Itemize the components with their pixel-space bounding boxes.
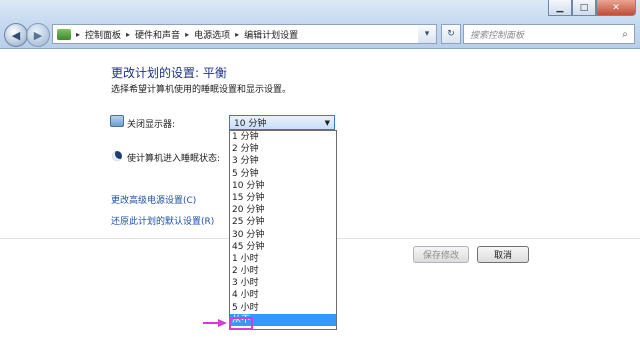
restore-defaults-link[interactable]: 还原此计划的默认设置(R) bbox=[111, 214, 214, 227]
chevron-down-icon: ▾ bbox=[424, 29, 430, 39]
back-button[interactable]: ◀ bbox=[4, 23, 28, 47]
breadcrumb-edit-plan[interactable]: 编辑计划设置 bbox=[242, 25, 300, 43]
dropdown-option[interactable]: 1 分钟 bbox=[230, 131, 336, 143]
save-button[interactable]: 保存修改 bbox=[413, 246, 469, 263]
breadcrumb-hardware-sound[interactable]: 硬件和声音 bbox=[133, 25, 182, 43]
search-box[interactable]: 搜索控制面板 ⌕ bbox=[463, 24, 635, 44]
breadcrumb-control-panel[interactable]: 控制面板 bbox=[83, 25, 123, 43]
breadcrumb-separator: ▸ bbox=[235, 29, 240, 39]
dropdown-option[interactable]: 2 小时 bbox=[230, 265, 336, 277]
sleep-label: 使计算机进入睡眠状态: bbox=[127, 154, 221, 164]
breadcrumb-separator: ▸ bbox=[126, 29, 131, 39]
page-title: 更改计划的设置: 平衡 bbox=[111, 66, 227, 80]
display-off-select[interactable]: 10 分钟 ▼ bbox=[229, 115, 335, 130]
dropdown-option[interactable]: 15 分钟 bbox=[230, 192, 336, 204]
chevron-down-icon: ▼ bbox=[324, 118, 330, 127]
sleep-moon-icon bbox=[112, 151, 122, 161]
address-bar[interactable]: ▸ 控制面板 ▸ 硬件和声音 ▸ 电源选项 ▸ 编辑计划设置 bbox=[52, 24, 437, 44]
window-controls: ▁ □ ✕ bbox=[548, 0, 636, 16]
dropdown-option[interactable]: 25 分钟 bbox=[230, 216, 336, 228]
back-arrow-icon: ◀ bbox=[11, 28, 21, 42]
dropdown-option[interactable]: 1 小时 bbox=[230, 253, 336, 265]
annotation-arrow-icon bbox=[203, 319, 227, 327]
dropdown-option[interactable]: 3 小时 bbox=[230, 277, 336, 289]
dropdown-option[interactable]: 2 分钟 bbox=[230, 143, 336, 155]
window-titlebar: ▁ □ ✕ ◀ ▶ ▸ 控制面板 ▸ 硬件和声音 ▸ 电源选项 ▸ 编辑计划设置… bbox=[0, 0, 640, 49]
dropdown-option[interactable]: 20 分钟 bbox=[230, 204, 336, 216]
annotation-highlight-box bbox=[229, 317, 253, 330]
dropdown-option[interactable]: 10 分钟 bbox=[230, 180, 336, 192]
breadcrumb-separator: ▸ bbox=[76, 29, 81, 39]
forward-button[interactable]: ▶ bbox=[26, 23, 50, 47]
breadcrumb-separator: ▸ bbox=[185, 29, 190, 39]
control-panel-icon bbox=[57, 28, 71, 40]
monitor-icon bbox=[110, 115, 124, 127]
close-button[interactable]: ✕ bbox=[596, 0, 636, 16]
forward-arrow-icon: ▶ bbox=[33, 28, 43, 42]
address-dropdown-button[interactable]: ▾ bbox=[418, 24, 437, 44]
minimize-button[interactable]: ▁ bbox=[548, 0, 572, 16]
search-icon[interactable]: ⌕ bbox=[616, 29, 634, 40]
display-off-dropdown-list[interactable]: 1 分钟 2 分钟 3 分钟 5 分钟 10 分钟 15 分钟 20 分钟 25… bbox=[229, 130, 337, 330]
search-input[interactable]: 搜索控制面板 bbox=[464, 28, 616, 41]
dropdown-option[interactable]: 5 分钟 bbox=[230, 168, 336, 180]
dropdown-option[interactable]: 5 小时 bbox=[230, 302, 336, 314]
advanced-power-settings-link[interactable]: 更改高级电源设置(C) bbox=[111, 193, 196, 206]
cancel-button[interactable]: 取消 bbox=[477, 246, 529, 263]
refresh-button[interactable]: ↻ bbox=[441, 24, 461, 44]
page-description: 选择希望计算机使用的睡眠设置和显示设置。 bbox=[111, 85, 292, 95]
maximize-button[interactable]: □ bbox=[572, 0, 596, 16]
dropdown-option[interactable]: 30 分钟 bbox=[230, 229, 336, 241]
display-off-value: 10 分钟 bbox=[234, 119, 267, 129]
breadcrumb-power-options[interactable]: 电源选项 bbox=[192, 25, 232, 43]
dropdown-option[interactable]: 3 分钟 bbox=[230, 155, 336, 167]
dropdown-option[interactable]: 45 分钟 bbox=[230, 241, 336, 253]
display-off-label: 关闭显示器: bbox=[127, 120, 176, 130]
refresh-icon: ↻ bbox=[447, 29, 455, 39]
dropdown-option[interactable]: 4 小时 bbox=[230, 289, 336, 301]
